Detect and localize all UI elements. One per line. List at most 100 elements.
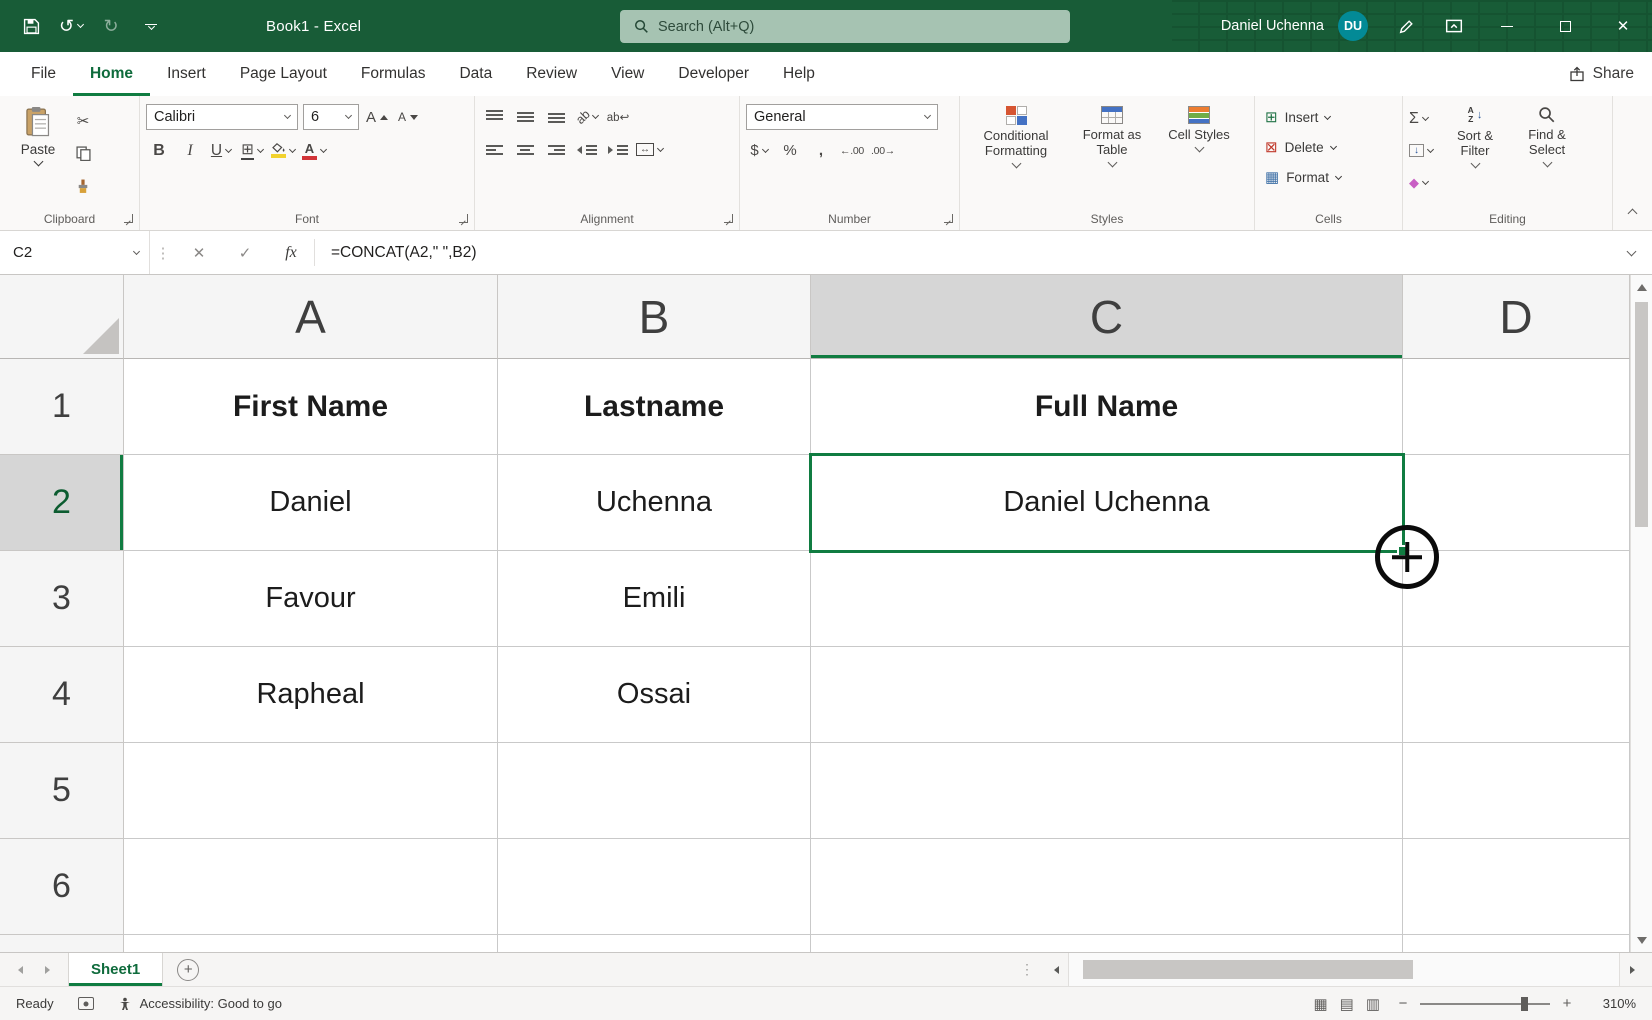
cell-C1[interactable]: Full Name bbox=[811, 359, 1403, 455]
expand-formula-bar-button[interactable] bbox=[1610, 231, 1652, 274]
cell-B1[interactable]: Lastname bbox=[498, 359, 811, 455]
align-left-button[interactable] bbox=[481, 137, 507, 162]
save-button[interactable] bbox=[16, 10, 46, 42]
formula-input[interactable]: =CONCAT(A2," ",B2) bbox=[315, 231, 1610, 274]
font-dialog-launcher[interactable] bbox=[459, 214, 468, 223]
horizontal-scrollbar[interactable] bbox=[1044, 953, 1644, 986]
scroll-left-button[interactable] bbox=[1044, 953, 1068, 986]
number-format-combobox[interactable]: General bbox=[746, 104, 938, 130]
italic-button[interactable]: I bbox=[177, 138, 203, 163]
new-sheet-button[interactable]: + bbox=[177, 959, 199, 981]
name-box[interactable]: C2 bbox=[0, 231, 150, 274]
increase-decimal-button[interactable]: ←.00 bbox=[839, 138, 865, 163]
fill-color-button[interactable] bbox=[270, 138, 296, 163]
tab-review[interactable]: Review bbox=[509, 52, 594, 96]
font-color-button[interactable]: A bbox=[301, 138, 327, 163]
search-input[interactable] bbox=[658, 19, 1070, 35]
decrease-font-size-button[interactable]: A bbox=[395, 105, 421, 130]
undo-button[interactable]: ↺ bbox=[56, 10, 86, 42]
close-button[interactable]: ✕ bbox=[1594, 0, 1652, 52]
horizontal-scroll-thumb[interactable] bbox=[1083, 960, 1413, 979]
page-break-preview-button[interactable]: ▥ bbox=[1366, 995, 1380, 1013]
record-macro-button[interactable] bbox=[78, 997, 94, 1010]
cell-A3[interactable]: Favour bbox=[124, 551, 498, 647]
page-layout-view-button[interactable]: ▤ bbox=[1340, 995, 1354, 1013]
cell-D6[interactable] bbox=[1403, 839, 1630, 935]
cell-B4[interactable]: Ossai bbox=[498, 647, 811, 743]
bold-button[interactable]: B bbox=[146, 138, 172, 163]
user-name[interactable]: Daniel Uchenna bbox=[1221, 18, 1324, 34]
row-header-5[interactable]: 5 bbox=[0, 743, 124, 839]
format-as-table-button[interactable]: Format as Table bbox=[1066, 104, 1158, 208]
cell-B2[interactable]: Uchenna bbox=[498, 455, 811, 551]
cell-C5[interactable] bbox=[811, 743, 1403, 839]
cell-D1[interactable] bbox=[1403, 359, 1630, 455]
tab-data[interactable]: Data bbox=[442, 52, 509, 96]
autosum-button[interactable]: Σ bbox=[1409, 106, 1435, 131]
orientation-button[interactable]: ab bbox=[574, 104, 600, 129]
column-header-B[interactable]: B bbox=[498, 275, 811, 359]
cell-D4[interactable] bbox=[1403, 647, 1630, 743]
tab-insert[interactable]: Insert bbox=[150, 52, 223, 96]
align-top-button[interactable] bbox=[481, 104, 507, 129]
cell-C3[interactable] bbox=[811, 551, 1403, 647]
tab-page-layout[interactable]: Page Layout bbox=[223, 52, 344, 96]
zoom-in-button[interactable]: + bbox=[1560, 995, 1574, 1012]
tab-formulas[interactable]: Formulas bbox=[344, 52, 443, 96]
column-header-C[interactable]: C bbox=[811, 275, 1403, 359]
accessibility-status[interactable]: Accessibility: Good to go bbox=[118, 996, 282, 1011]
fill-button[interactable]: ↓ bbox=[1409, 138, 1435, 163]
format-painter-button[interactable] bbox=[70, 174, 96, 199]
find-select-button[interactable]: Find & Select bbox=[1511, 104, 1583, 208]
column-header-D[interactable]: D bbox=[1403, 275, 1630, 359]
sort-filter-button[interactable]: AZ ↓ Sort & Filter bbox=[1439, 104, 1511, 208]
row-header-3[interactable]: 3 bbox=[0, 551, 124, 647]
cut-button[interactable]: ✂ bbox=[70, 108, 96, 133]
row-header-1[interactable]: 1 bbox=[0, 359, 124, 455]
conditional-formatting-button[interactable]: Conditional Formatting bbox=[966, 104, 1066, 208]
accounting-format-button[interactable]: $ bbox=[746, 138, 772, 163]
cell-A5[interactable] bbox=[124, 743, 498, 839]
collapse-ribbon-button[interactable] bbox=[1629, 204, 1636, 222]
clear-button[interactable]: ◆ bbox=[1409, 170, 1435, 195]
cell-A6[interactable] bbox=[124, 839, 498, 935]
wrap-text-button[interactable]: ab↩ bbox=[605, 104, 631, 129]
zoom-out-button[interactable]: − bbox=[1396, 995, 1410, 1012]
tab-file[interactable]: File bbox=[14, 52, 73, 96]
row-header-partial[interactable] bbox=[0, 935, 124, 952]
ink-pen-button[interactable] bbox=[1382, 0, 1430, 52]
customize-quick-access-button[interactable] bbox=[136, 10, 166, 42]
copy-button[interactable] bbox=[70, 141, 96, 166]
ribbon-display-options-button[interactable] bbox=[1430, 0, 1478, 52]
delete-cells-button[interactable]: ⊠Delete bbox=[1261, 134, 1396, 161]
enter-button[interactable]: ✓ bbox=[222, 231, 268, 274]
align-middle-button[interactable] bbox=[512, 104, 538, 129]
percent-style-button[interactable]: % bbox=[777, 138, 803, 163]
row-header-6[interactable]: 6 bbox=[0, 839, 124, 935]
share-button[interactable]: Share bbox=[1569, 52, 1634, 96]
align-center-button[interactable] bbox=[512, 137, 538, 162]
redo-button[interactable]: ↻ bbox=[96, 10, 126, 42]
format-cells-button[interactable]: ▦Format bbox=[1261, 164, 1396, 191]
column-header-A[interactable]: A bbox=[124, 275, 498, 359]
align-bottom-button[interactable] bbox=[543, 104, 569, 129]
zoom-slider[interactable] bbox=[1420, 1003, 1550, 1005]
tab-splitter-grip[interactable]: ⋮ bbox=[1010, 953, 1044, 986]
cell-C2[interactable]: Daniel Uchenna bbox=[811, 455, 1403, 551]
horizontal-scroll-track[interactable] bbox=[1068, 953, 1620, 986]
cell-A4[interactable]: Rapheal bbox=[124, 647, 498, 743]
normal-view-button[interactable]: ▦ bbox=[1313, 995, 1327, 1013]
align-right-button[interactable] bbox=[543, 137, 569, 162]
cell-A1[interactable]: First Name bbox=[124, 359, 498, 455]
sheet-tab-sheet1[interactable]: Sheet1 bbox=[68, 953, 163, 986]
cell-D2[interactable] bbox=[1403, 455, 1630, 551]
cell-A2[interactable]: Daniel bbox=[124, 455, 498, 551]
cell-B3[interactable]: Emili bbox=[498, 551, 811, 647]
cell-B7[interactable] bbox=[498, 935, 811, 952]
vertical-scroll-track[interactable] bbox=[1631, 296, 1652, 931]
paste-button[interactable]: Paste bbox=[6, 104, 70, 208]
cancel-button[interactable]: ✕ bbox=[176, 231, 222, 274]
cell-D5[interactable] bbox=[1403, 743, 1630, 839]
decrease-decimal-button[interactable]: .00→ bbox=[870, 138, 896, 163]
scroll-right-button[interactable] bbox=[1620, 953, 1644, 986]
